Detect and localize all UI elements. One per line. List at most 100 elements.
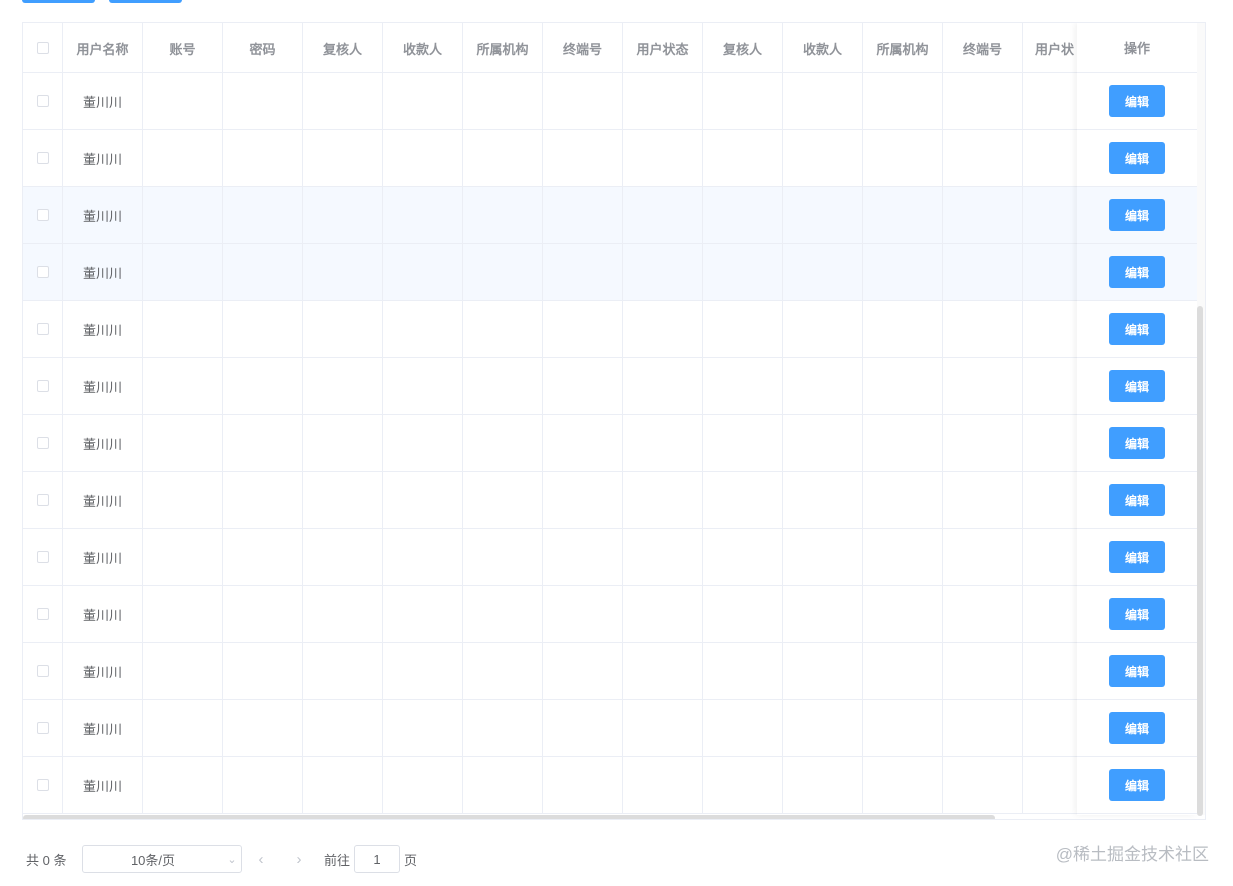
table-cell xyxy=(143,700,223,756)
table-cell xyxy=(383,643,463,699)
edit-button[interactable]: 编辑 xyxy=(1109,370,1165,402)
edit-button[interactable]: 编辑 xyxy=(1109,256,1165,288)
table-cell xyxy=(783,301,863,357)
data-table: 用户名称 账号 密码 复核人 收款人 所属机构 终端号 用户状态 复核人 收款人 所属机构 终端号 用户… xyxy=(22,22,1206,820)
action-cell: 编辑 xyxy=(1077,73,1197,130)
table-row[interactable]: 董川川 xyxy=(23,586,1183,643)
prev-page-icon[interactable]: ‹ xyxy=(242,851,280,868)
table-cell xyxy=(943,301,1023,357)
edit-button[interactable]: 编辑 xyxy=(1109,484,1165,516)
table-cell xyxy=(463,472,543,528)
table-cell xyxy=(623,244,703,300)
edit-button[interactable]: 编辑 xyxy=(1109,85,1165,117)
table-cell xyxy=(543,130,623,186)
row-checkbox[interactable] xyxy=(36,380,49,392)
horizontal-scrollbar-thumb[interactable] xyxy=(23,815,995,819)
select-all-checkbox[interactable] xyxy=(36,42,49,54)
user-name-cell: 董川川 xyxy=(63,757,143,813)
column-header: 收款人 xyxy=(783,23,863,73)
table-row[interactable]: 董川川 xyxy=(23,130,1183,187)
table-cell xyxy=(943,700,1023,756)
user-name-cell: 董川川 xyxy=(63,301,143,357)
row-checkbox[interactable] xyxy=(36,323,49,335)
table-cell xyxy=(863,130,943,186)
edit-button[interactable]: 编辑 xyxy=(1109,541,1165,573)
table-cell xyxy=(543,73,623,129)
edit-button[interactable]: 编辑 xyxy=(1109,598,1165,630)
table-cell xyxy=(623,187,703,243)
user-name-cell: 董川川 xyxy=(63,358,143,414)
table-cell xyxy=(223,529,303,585)
table-cell xyxy=(783,244,863,300)
table-cell xyxy=(943,643,1023,699)
table-row[interactable]: 董川川 xyxy=(23,529,1183,586)
edit-button[interactable]: 编辑 xyxy=(1109,199,1165,231)
table-row[interactable]: 董川川 xyxy=(23,244,1183,301)
edit-button[interactable]: 编辑 xyxy=(1109,313,1165,345)
row-select-cell xyxy=(23,187,63,243)
table-cell xyxy=(543,187,623,243)
table-cell xyxy=(703,244,783,300)
row-checkbox[interactable] xyxy=(36,437,49,449)
table-row[interactable]: 董川川 xyxy=(23,757,1183,814)
next-page-icon[interactable]: › xyxy=(280,851,318,868)
row-checkbox[interactable] xyxy=(36,779,49,791)
goto-suffix: 页 xyxy=(404,852,418,868)
pagination: 共 0 条 10条/页 ⌄ ‹ › 前往 页 xyxy=(26,843,486,875)
row-checkbox[interactable] xyxy=(36,551,49,563)
table-row[interactable]: 董川川 xyxy=(23,643,1183,700)
table-cell xyxy=(543,700,623,756)
row-checkbox[interactable] xyxy=(36,722,49,734)
goto-page-input[interactable] xyxy=(354,845,401,873)
table-row[interactable]: 董川川 xyxy=(23,73,1183,130)
table-cell xyxy=(543,757,623,813)
table-cell xyxy=(943,244,1023,300)
column-header: 密码 xyxy=(223,23,303,73)
row-checkbox[interactable] xyxy=(36,266,49,278)
toolbar-button-1[interactable] xyxy=(22,0,95,3)
row-checkbox[interactable] xyxy=(36,608,49,620)
table-row[interactable]: 董川川 xyxy=(23,700,1183,757)
table-cell xyxy=(223,301,303,357)
row-select-cell xyxy=(23,757,63,813)
chevron-down-icon: ⌄ xyxy=(227,853,237,866)
row-checkbox[interactable] xyxy=(36,494,49,506)
edit-button[interactable]: 编辑 xyxy=(1109,769,1165,801)
table-cell xyxy=(143,244,223,300)
table-cell xyxy=(783,643,863,699)
column-header: 用户名称 xyxy=(63,23,143,73)
vertical-scrollbar-thumb[interactable] xyxy=(1197,306,1203,816)
row-checkbox[interactable] xyxy=(36,209,49,221)
table-cell xyxy=(543,301,623,357)
toolbar-button-2[interactable] xyxy=(109,0,182,3)
table-row[interactable]: 董川川 xyxy=(23,472,1183,529)
table-cell xyxy=(143,301,223,357)
table-cell xyxy=(543,643,623,699)
table-row[interactable]: 董川川 xyxy=(23,187,1183,244)
table-row[interactable]: 董川川 xyxy=(23,415,1183,472)
edit-button[interactable]: 编辑 xyxy=(1109,655,1165,687)
edit-button[interactable]: 编辑 xyxy=(1109,427,1165,459)
table-cell xyxy=(143,73,223,129)
table-cell xyxy=(223,130,303,186)
row-checkbox[interactable] xyxy=(36,665,49,677)
table-cell xyxy=(543,244,623,300)
table-cell xyxy=(703,358,783,414)
table-cell xyxy=(623,472,703,528)
table-row[interactable]: 董川川 xyxy=(23,301,1183,358)
edit-button[interactable]: 编辑 xyxy=(1109,142,1165,174)
user-name-cell: 董川川 xyxy=(63,472,143,528)
table-cell xyxy=(783,73,863,129)
row-checkbox[interactable] xyxy=(36,152,49,164)
row-checkbox[interactable] xyxy=(36,95,49,107)
table-cell xyxy=(783,529,863,585)
table-cell xyxy=(303,358,383,414)
table-row[interactable]: 董川川 xyxy=(23,358,1183,415)
edit-button[interactable]: 编辑 xyxy=(1109,712,1165,744)
user-name-cell: 董川川 xyxy=(63,643,143,699)
page-size-select[interactable]: 10条/页 ⌄ xyxy=(82,845,242,873)
column-header-actions: 操作 xyxy=(1077,23,1197,73)
table-cell xyxy=(543,529,623,585)
row-select-cell xyxy=(23,529,63,585)
table-cell xyxy=(623,415,703,471)
